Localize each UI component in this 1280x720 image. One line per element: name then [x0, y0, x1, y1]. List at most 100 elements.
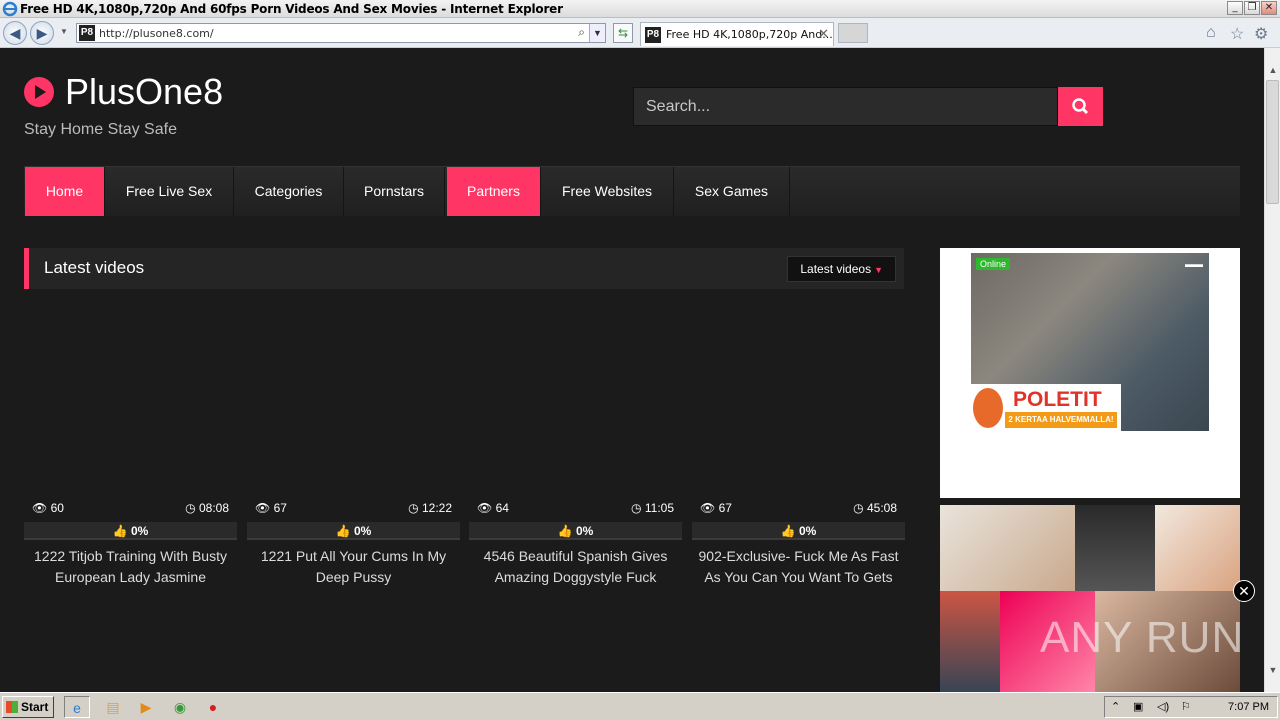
new-tab-button[interactable] — [838, 23, 868, 43]
play-logo-icon — [24, 77, 54, 107]
history-dropdown-icon[interactable]: ▼ — [60, 27, 68, 36]
tab-title: Free HD 4K,1080p,720p And... — [666, 28, 833, 41]
view-count: 👁 60 — [32, 501, 64, 515]
eye-icon: 👁 — [477, 501, 493, 515]
clock-time[interactable]: 7:07 PM — [1228, 701, 1269, 713]
nav-partners[interactable]: Partners — [447, 167, 541, 216]
nav-free-live-sex[interactable]: Free Live Sex — [105, 167, 234, 216]
video-title[interactable]: 1221 Put All Your Cums In My Deep Pussy — [247, 546, 460, 588]
action-center-flag-icon[interactable]: ⚐ — [1181, 700, 1191, 713]
eye-icon: 👁 — [255, 501, 271, 515]
nav-free-websites[interactable]: Free Websites — [541, 167, 674, 216]
video-rating: 👍 0% — [469, 522, 682, 540]
sort-dropdown[interactable]: Latest videos ▼ — [787, 256, 896, 282]
tab-favicon-icon: P8 — [645, 27, 661, 43]
video-rating: 👍 0% — [24, 522, 237, 540]
video-title[interactable]: 902-Exclusive- Fuck Me As Fast As You Ca… — [692, 546, 905, 588]
ad-photo — [1075, 505, 1155, 591]
back-button[interactable]: ◀ — [3, 21, 27, 45]
volume-icon[interactable]: ◁) — [1157, 700, 1169, 713]
media-player-icon[interactable]: ▶ — [133, 696, 159, 718]
ie-taskbar-icon[interactable]: e — [64, 696, 90, 718]
video-rating: 👍 0% — [247, 522, 460, 540]
search-input[interactable] — [634, 88, 1057, 125]
search-icon[interactable]: ⌕ — [578, 25, 585, 40]
video-stats: 👁 60 ◷ 08:08 — [24, 498, 237, 518]
site-name: PlusOne8 — [65, 71, 224, 112]
refresh-icon[interactable]: ⇆ — [613, 23, 633, 43]
address-dropdown-icon[interactable]: ▼ — [589, 24, 605, 42]
nav-sex-games[interactable]: Sex Games — [674, 167, 790, 216]
clock-icon: ◷ — [631, 501, 642, 515]
system-tray: ⌃ ▣ ◁) ⚐ 7:07 PM — [1104, 696, 1278, 718]
tray-expand-icon[interactable]: ⌃ — [1111, 700, 1120, 713]
video-title[interactable]: 4546 Beautiful Spanish Gives Amazing Dog… — [469, 546, 682, 588]
nav-categories[interactable]: Categories — [234, 167, 344, 216]
restore-button[interactable]: ❐ — [1244, 1, 1260, 15]
video-stats: 👁 64 ◷ 11:05 — [469, 498, 682, 518]
cam-preview-image[interactable]: Online ▬▬ POLETIT 2 KERTAA HALVEMMALLA! — [971, 253, 1209, 431]
video-stats: 👁 67 ◷ 45:08 — [692, 498, 905, 518]
caret-down-icon: ▼ — [874, 265, 883, 275]
page-scrollbar[interactable]: ▲ ▼ — [1264, 48, 1280, 692]
view-count: 👁 67 — [255, 501, 287, 515]
address-bar[interactable]: P8 http://plusone8.com/ ⌕ ▼ — [76, 23, 606, 43]
sidebar-ad-photos[interactable] — [940, 505, 1240, 692]
folder-icon[interactable]: ▤ — [100, 696, 126, 718]
browser-toolbar: ◀ ▶ ▼ P8 http://plusone8.com/ ⌕ ▼ ⇆ P8 F… — [0, 18, 1280, 48]
scroll-up-icon[interactable]: ▲ — [1265, 62, 1280, 78]
internet-explorer-icon — [2, 1, 18, 17]
nav-pornstars[interactable]: Pornstars — [344, 167, 445, 216]
video-rating: 👍 0% — [692, 522, 905, 540]
online-badge: Online — [976, 258, 1011, 270]
close-tab-icon[interactable]: ✕ — [818, 26, 829, 42]
clock-icon: ◷ — [853, 501, 864, 515]
browser-tab[interactable]: P8 Free HD 4K,1080p,720p And... ✕ — [640, 22, 834, 46]
site-tagline: Stay Home Stay Safe — [24, 121, 177, 138]
video-duration: ◷ 45:08 — [853, 501, 897, 515]
search-icon — [1072, 98, 1089, 115]
chrome-icon[interactable]: ◉ — [167, 696, 193, 718]
address-url[interactable]: http://plusone8.com/ — [99, 27, 214, 40]
forward-button[interactable]: ▶ — [30, 21, 54, 45]
start-button[interactable]: Start — [2, 696, 54, 718]
search-button[interactable] — [1058, 87, 1103, 126]
windows-taskbar: Start e ▤ ▶ ◉ ● ⌃ ▣ ◁) ⚐ 7:07 PM — [0, 692, 1280, 720]
search-box — [633, 87, 1058, 126]
ad-photo — [940, 505, 1075, 591]
view-count: 👁 64 — [477, 501, 509, 515]
main-navigation: Home Free Live Sex Categories Pornstars … — [24, 166, 1240, 216]
banner-subtitle: 2 KERTAA HALVEMMALLA! — [1005, 412, 1117, 428]
window-title: Free HD 4K,1080p,720p And 60fps Porn Vid… — [20, 2, 563, 16]
view-count: 👁 67 — [700, 501, 732, 515]
video-stats: 👁 67 ◷ 12:22 — [247, 498, 460, 518]
minimize-button[interactable]: _ — [1227, 1, 1243, 15]
video-duration: ◷ 12:22 — [408, 501, 452, 515]
tools-gear-icon[interactable]: ⚙ — [1254, 24, 1268, 44]
video-duration: ◷ 08:08 — [185, 501, 229, 515]
poletit-logo-icon — [973, 388, 1003, 428]
ad-close-icon[interactable]: ✕ — [1233, 580, 1255, 602]
thumbs-up-icon: 👍 — [335, 524, 351, 538]
video-duration: ◷ 11:05 — [631, 501, 674, 515]
sort-label: Latest videos — [800, 262, 872, 276]
close-window-button[interactable]: ✕ — [1261, 1, 1277, 15]
latest-videos-header: Latest videos Latest videos ▼ — [24, 248, 904, 289]
network-icon[interactable]: ▣ — [1133, 700, 1143, 713]
scroll-down-icon[interactable]: ▼ — [1265, 662, 1280, 678]
scroll-thumb[interactable] — [1266, 80, 1279, 204]
section-heading: Latest videos — [44, 258, 145, 277]
opera-icon[interactable]: ● — [200, 696, 226, 718]
banner-title: POLETIT — [1013, 388, 1102, 411]
home-icon[interactable]: ⌂ — [1206, 24, 1216, 42]
site-favicon-icon: P8 — [79, 25, 95, 41]
clock-icon: ◷ — [185, 501, 196, 515]
nav-home[interactable]: Home — [25, 167, 105, 216]
favorites-star-icon[interactable]: ☆ — [1230, 24, 1244, 44]
sidebar-ad-cam[interactable]: Online ▬▬ POLETIT 2 KERTAA HALVEMMALLA! — [940, 248, 1240, 498]
video-title[interactable]: 1222 Titjob Training With Busty European… — [24, 546, 237, 588]
ad-photo — [1155, 505, 1240, 591]
poletit-banner[interactable]: POLETIT 2 KERTAA HALVEMMALLA! — [971, 384, 1121, 431]
window-title-bar: Free HD 4K,1080p,720p And 60fps Porn Vid… — [0, 0, 1280, 18]
ad-photo — [940, 591, 1000, 692]
